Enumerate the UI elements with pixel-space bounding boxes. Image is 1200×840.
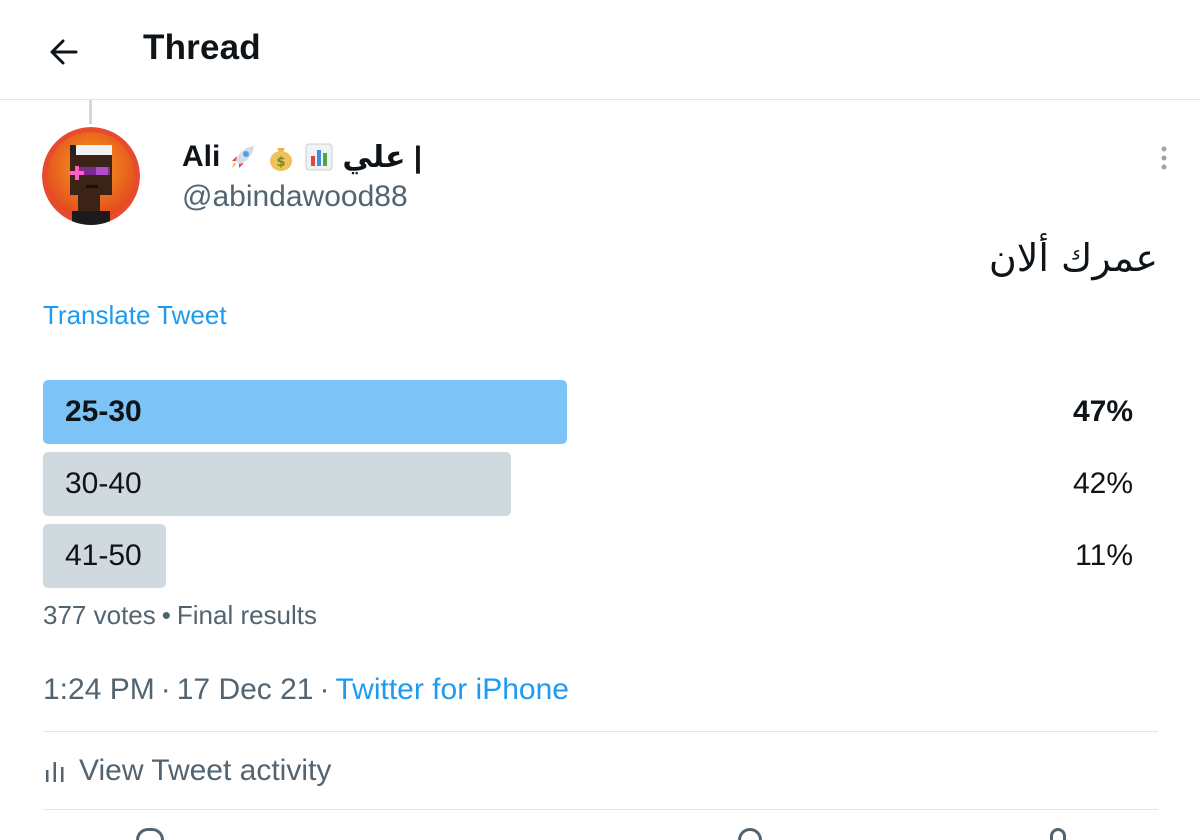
poll-status: Final results — [176, 600, 318, 630]
share-icon[interactable] — [1050, 828, 1066, 840]
poll-option: 41-50 11% — [43, 524, 1158, 588]
author-name-arabic: | علي — [342, 140, 423, 174]
poll-option-label: 25-30 — [65, 395, 142, 428]
poll-option-label: 41-50 — [65, 539, 142, 572]
reply-icon[interactable] — [136, 828, 164, 840]
thread-connector-line — [89, 100, 92, 124]
translate-tweet-link[interactable]: Translate Tweet — [43, 300, 227, 331]
poll-option: 30-40 42% — [43, 452, 1158, 516]
divider — [43, 731, 1158, 732]
analytics-icon — [46, 762, 64, 782]
tweet-timestamp: 1:24 PM · 17 Dec 21 · Twitter for iPhone — [43, 673, 569, 707]
author-name[interactable]: Ali $ | علي — [182, 137, 422, 177]
poll-option-percent: 47% — [1072, 395, 1133, 428]
svg-text:$: $ — [277, 155, 286, 170]
page-title: Thread — [143, 28, 261, 67]
view-tweet-activity-label: View Tweet activity — [79, 754, 332, 787]
thread-header: Thread — [0, 0, 1200, 100]
back-button[interactable] — [36, 24, 92, 80]
poll-option-percent: 42% — [1072, 467, 1133, 500]
separator-dot: · — [160, 673, 171, 706]
view-tweet-activity-button[interactable]: View Tweet activity — [43, 733, 1158, 809]
avatar[interactable] — [42, 127, 140, 225]
tweet-date[interactable]: 17 Dec 21 — [177, 673, 314, 706]
poll-option-percent: 11% — [1075, 539, 1133, 572]
rocket-icon — [228, 142, 258, 172]
tweet-source-link[interactable]: Twitter for iPhone — [336, 673, 569, 706]
poll-summary: 377 votes • Final results — [43, 600, 317, 631]
author-name-text: Ali — [182, 140, 221, 173]
like-icon[interactable] — [738, 828, 762, 840]
pixel-punk-avatar — [42, 127, 140, 225]
tweet-time[interactable]: 1:24 PM — [43, 673, 155, 706]
tweet-text: عمرك ألان — [988, 236, 1158, 280]
author-handle[interactable]: @abindawood88 — [182, 180, 408, 214]
separator-dot: · — [319, 673, 330, 706]
poll-option: 25-30 47% — [43, 380, 1158, 444]
separator-dot: • — [161, 600, 171, 630]
more-options-button[interactable] — [1148, 140, 1180, 176]
tweet-thread-page: Thread Ali $ | علي @abindawood88 عمرك أل… — [0, 0, 1200, 840]
poll-votes: 377 votes — [43, 600, 156, 630]
bar-chart-icon — [304, 142, 334, 172]
money-bag-icon: $ — [266, 142, 296, 172]
more-vertical-icon — [1161, 146, 1167, 170]
tweet-actions-bar — [0, 828, 1200, 840]
divider — [43, 809, 1158, 810]
poll-option-label: 30-40 — [65, 467, 142, 500]
arrow-left-icon — [50, 39, 78, 65]
